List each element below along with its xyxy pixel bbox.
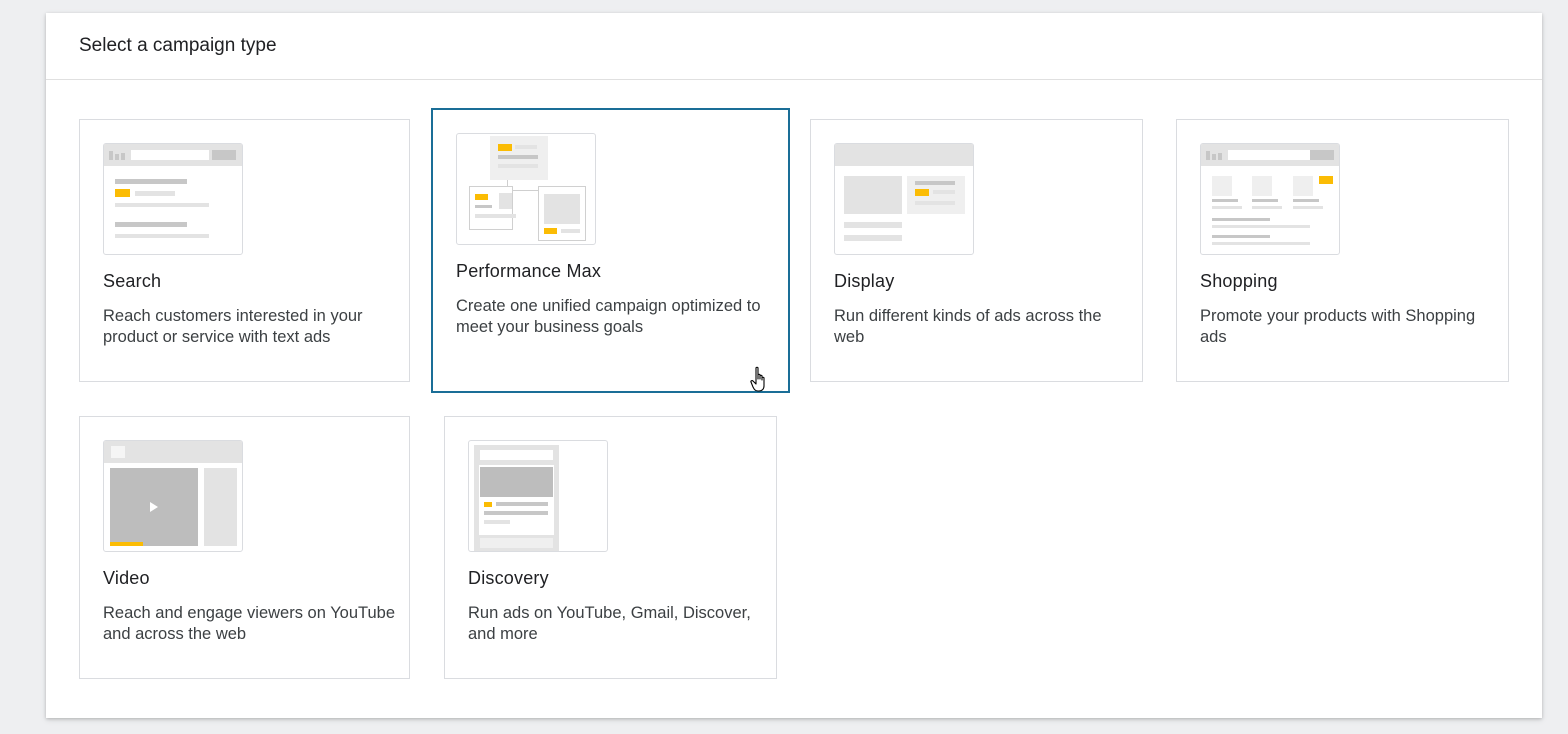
campaign-card-video[interactable]: Video Reach and engage viewers on YouTub… <box>79 416 410 679</box>
campaign-card-description: Run different kinds of ads across the we… <box>834 307 1102 346</box>
campaign-card-performance-max[interactable]: Performance Max Create one unified campa… <box>431 108 790 393</box>
performance-max-illustration-icon <box>456 133 596 245</box>
play-icon <box>150 502 158 512</box>
campaign-type-dialog: Select a campaign type Search Reach cust… <box>46 13 1542 718</box>
campaign-card-name: Video <box>103 568 150 588</box>
campaign-card-description: Run ads on YouTube, Gmail, Discover, and… <box>468 604 751 643</box>
campaign-card-shopping[interactable]: Shopping Promote your products with Shop… <box>1176 119 1509 382</box>
campaign-card-name: Performance Max <box>456 261 602 281</box>
campaign-card-name: Display <box>834 271 895 291</box>
campaign-card-description: Reach customers interested in your produ… <box>103 307 363 346</box>
search-illustration-icon <box>103 143 243 255</box>
dialog-header: Select a campaign type <box>46 13 1542 80</box>
campaign-card-search[interactable]: Search Reach customers interested in you… <box>79 119 410 382</box>
display-illustration-icon <box>834 143 974 255</box>
campaign-card-description: Promote your products with Shopping ads <box>1200 307 1476 346</box>
dialog-title: Select a campaign type <box>79 35 277 56</box>
video-illustration-icon <box>103 440 243 552</box>
shopping-illustration-icon <box>1200 143 1340 255</box>
campaign-card-description: Reach and engage viewers on YouTube and … <box>103 604 396 643</box>
campaign-card-name: Discovery <box>468 568 549 588</box>
campaign-card-name: Shopping <box>1200 271 1278 291</box>
hand-cursor-icon <box>750 366 765 392</box>
campaign-card-display[interactable]: Display Run different kinds of ads acros… <box>810 119 1143 382</box>
campaign-card-discovery[interactable]: Discovery Run ads on YouTube, Gmail, Dis… <box>444 416 777 679</box>
campaign-card-description: Create one unified campaign optimized to… <box>456 297 761 336</box>
campaign-card-name: Search <box>103 271 162 291</box>
discovery-illustration-icon <box>468 440 608 552</box>
